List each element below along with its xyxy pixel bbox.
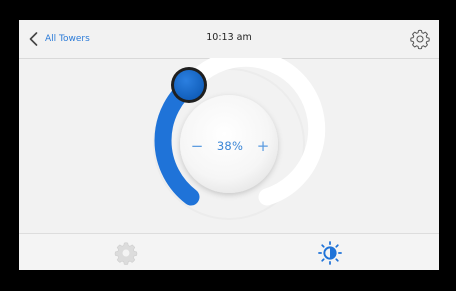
device-screen: All Towers 10:13 am − 38% + — [19, 20, 439, 270]
dial-knob[interactable] — [174, 70, 204, 100]
brightness-dial[interactable]: − 38% + — [19, 58, 439, 233]
bottom-tab-bar — [19, 233, 439, 270]
tab-brightness[interactable] — [316, 239, 344, 267]
brightness-value: 38% — [216, 139, 244, 153]
clock-time: 10:13 am — [206, 32, 252, 43]
dial-controls: − 38% + — [190, 135, 270, 157]
gear-icon — [410, 29, 430, 50]
increase-button[interactable]: + — [256, 138, 270, 154]
top-bar: All Towers 10:13 am — [19, 20, 439, 59]
fan-gear-icon — [114, 242, 138, 265]
brightness-icon — [318, 241, 342, 265]
decrease-button[interactable]: − — [190, 138, 204, 154]
settings-button[interactable] — [407, 26, 433, 52]
tab-fan[interactable] — [112, 239, 140, 267]
